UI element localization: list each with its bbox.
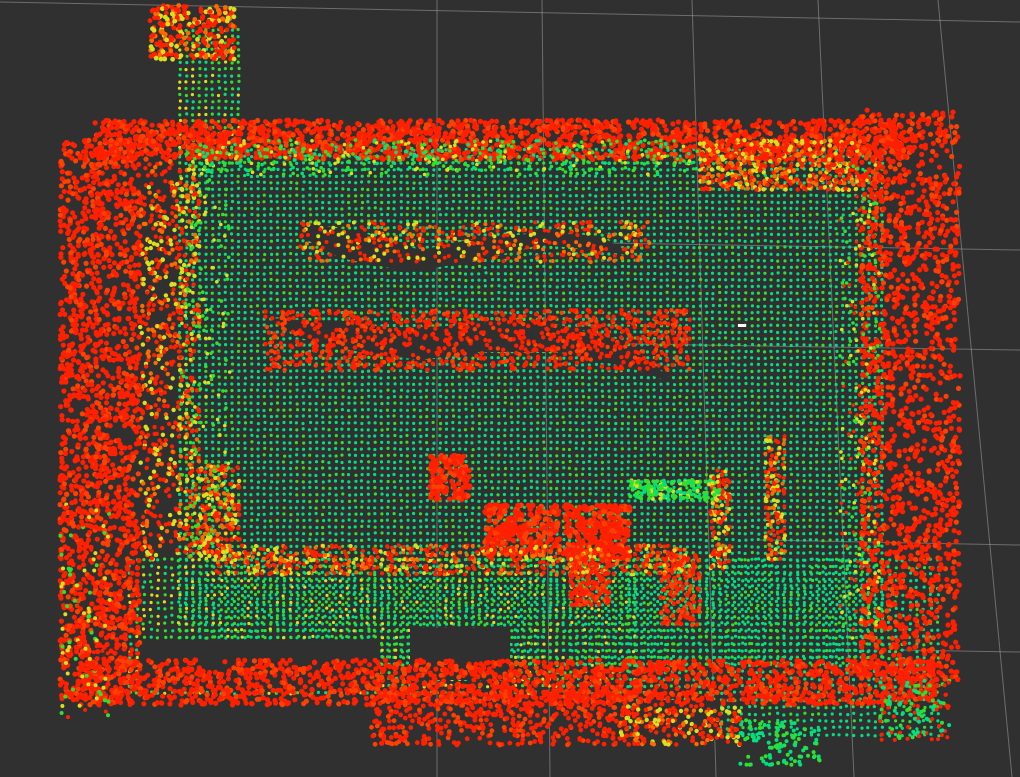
point-cloud-canvas[interactable]	[0, 0, 1020, 777]
3d-render-viewport[interactable]	[0, 0, 1020, 777]
robot-pose-icon	[738, 324, 746, 327]
point-cloud	[57, 3, 963, 767]
robot-marker	[738, 324, 746, 327]
